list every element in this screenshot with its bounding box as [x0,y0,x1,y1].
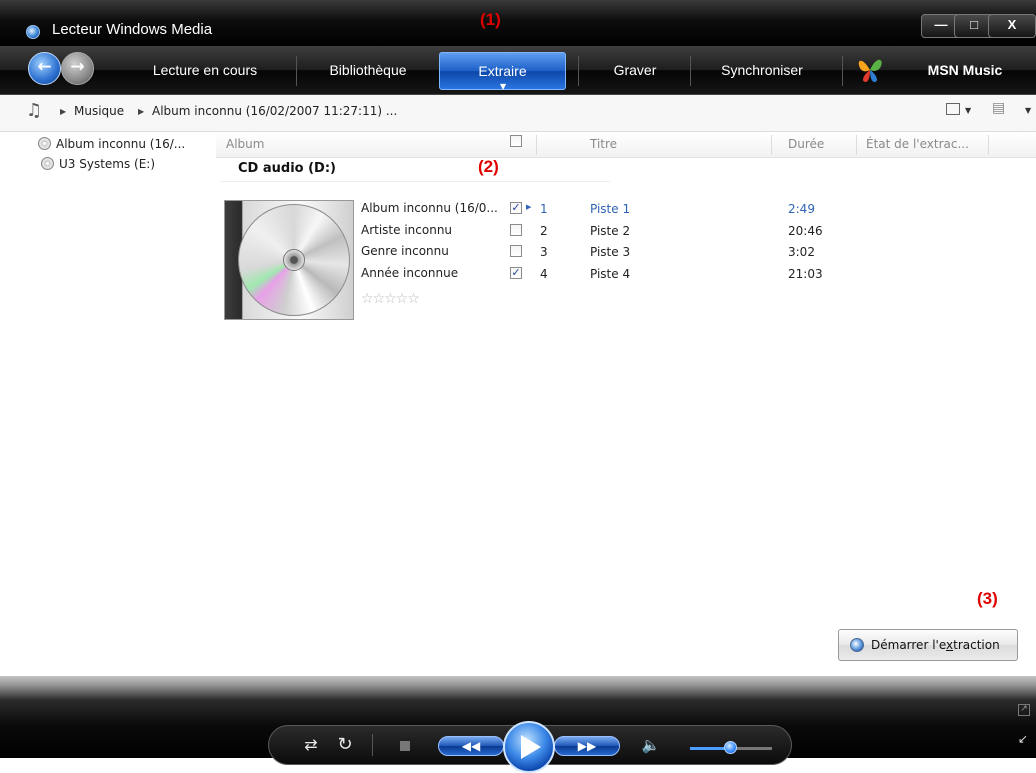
album-year[interactable]: Année inconnue [361,266,458,280]
track-title[interactable]: Piste 3 [590,245,630,259]
track-duration: 2:49 [788,202,815,216]
drive-icon [41,157,54,170]
track-duration: 21:03 [788,267,823,281]
column-separator[interactable] [536,135,537,155]
layout-options-icon[interactable] [946,103,960,115]
track-row[interactable]: ✓ ▶ 1 Piste 1 2:49 [505,202,835,222]
next-button[interactable]: ▶▶ [554,736,620,756]
track-number: 1 [540,202,548,216]
track-row[interactable]: ✓ 4 Piste 4 21:03 [505,267,835,287]
rating-stars[interactable]: ☆☆☆☆☆ [361,291,420,307]
tab-msn-music[interactable]: MSN Music [900,46,1030,94]
back-button[interactable]: ← [28,52,61,85]
now-selected-arrow-icon: ▶ [526,203,532,211]
breadcrumb-arrow-icon[interactable]: ▶ [60,107,66,116]
music-note-icon: ♫ [26,100,43,121]
album-genre[interactable]: Genre inconnu [361,244,449,258]
tree-item-label: U3 Systems (E:) [59,157,156,171]
column-duration[interactable]: Durée [788,137,824,151]
column-separator[interactable] [771,135,772,155]
group-divider [220,181,610,182]
cd-icon [38,137,51,150]
tab-dropdown-arrow-icon[interactable]: ▼ [500,82,506,91]
tree-item-u3-drive[interactable]: U3 Systems (E:) [39,154,216,174]
column-header: Album Titre Durée État de l'extrac... [216,133,1036,158]
start-rip-button[interactable]: Démarrer l'extraction [838,629,1018,661]
tab-separator [842,56,843,86]
breadcrumb-item-album[interactable]: Album inconnu (16/02/2007 11:27:11) ... [152,104,397,118]
cd-hole [283,249,305,271]
track-number: 3 [540,245,548,259]
forward-arrow-icon: → [70,57,85,77]
control-separator [372,734,373,756]
repeat-icon[interactable]: ↻ [334,734,356,755]
column-rip-status[interactable]: État de l'extrac... [866,137,969,151]
track-checkbox[interactable] [510,224,522,236]
start-rip-label-part: traction [953,638,1000,652]
track-duration: 3:02 [788,245,815,259]
start-rip-label: Démarrer l'extraction [871,638,1000,652]
navigation-tree: Album inconnu (16/... U3 Systems (E:) [36,134,216,174]
layout-dropdown-icon[interactable]: ▼ [965,106,971,115]
column-title[interactable]: Titre [590,137,617,151]
tab-separator [690,56,691,86]
tab-library[interactable]: Bibliothèque [310,46,426,94]
select-all-checkbox[interactable] [510,135,522,147]
next-icon: ▶▶ [577,739,597,753]
play-icon [521,735,541,759]
track-title[interactable]: Piste 1 [590,202,630,216]
breadcrumb-arrow-icon[interactable]: ▶ [138,107,144,116]
media-player-logo-icon [26,25,40,39]
volume-slider-knob[interactable] [724,741,737,754]
view-dropdown-icon[interactable]: ▼ [1025,106,1031,115]
track-number: 2 [540,224,548,238]
track-title[interactable]: Piste 2 [590,224,630,238]
rip-globe-icon [850,638,864,652]
track-title[interactable]: Piste 4 [590,267,630,281]
switch-to-full-mode-icon[interactable]: ↗ [1018,704,1030,716]
tree-item-label: Album inconnu (16/... [56,137,186,151]
track-row[interactable]: 3 Piste 3 3:02 [505,245,835,265]
tab-separator [578,56,579,86]
back-arrow-icon: ← [37,57,52,77]
column-separator[interactable] [988,135,989,155]
track-number: 4 [540,267,548,281]
album-artist[interactable]: Artiste inconnu [361,223,452,237]
tab-now-playing[interactable]: Lecture en cours [130,46,280,94]
track-checkbox[interactable]: ✓ [510,267,522,279]
track-checkbox[interactable] [510,245,522,257]
breadcrumb-item-music[interactable]: Musique [74,104,124,118]
forward-button[interactable]: → [61,52,94,85]
tree-item-cd[interactable]: Album inconnu (16/... [36,134,216,154]
speaker-icon[interactable]: 🔈 [640,736,662,754]
annotation-1: (1) [480,10,501,29]
annotation-3: (3) [977,589,998,608]
window-title: Lecteur Windows Media [52,21,213,38]
column-album[interactable]: Album [226,137,264,151]
tab-separator [296,56,297,86]
album-name[interactable]: Album inconnu (16/0... [361,201,498,215]
start-rip-label-part: Démarrer l'e [871,638,946,652]
switch-to-compact-mode-icon[interactable]: ↙ [1018,732,1028,746]
tab-sync[interactable]: Synchroniser [700,46,824,94]
previous-icon: ◀◀ [461,739,481,753]
column-separator[interactable] [856,135,857,155]
close-button[interactable]: X [988,14,1036,38]
track-checkbox[interactable]: ✓ [510,202,522,214]
view-options-icon[interactable]: ▤ [992,100,1005,116]
track-duration: 20:46 [788,224,823,238]
cd-group-label: CD audio (D:) [238,161,336,176]
tab-burn[interactable]: Graver [590,46,680,94]
msn-butterfly-icon [858,59,882,82]
shuffle-icon[interactable]: ⇄ [300,735,322,754]
annotation-2: (2) [478,157,499,176]
track-row[interactable]: 2 Piste 2 20:46 [505,224,835,244]
previous-button[interactable]: ◀◀ [438,736,504,756]
stop-icon[interactable] [400,741,410,751]
